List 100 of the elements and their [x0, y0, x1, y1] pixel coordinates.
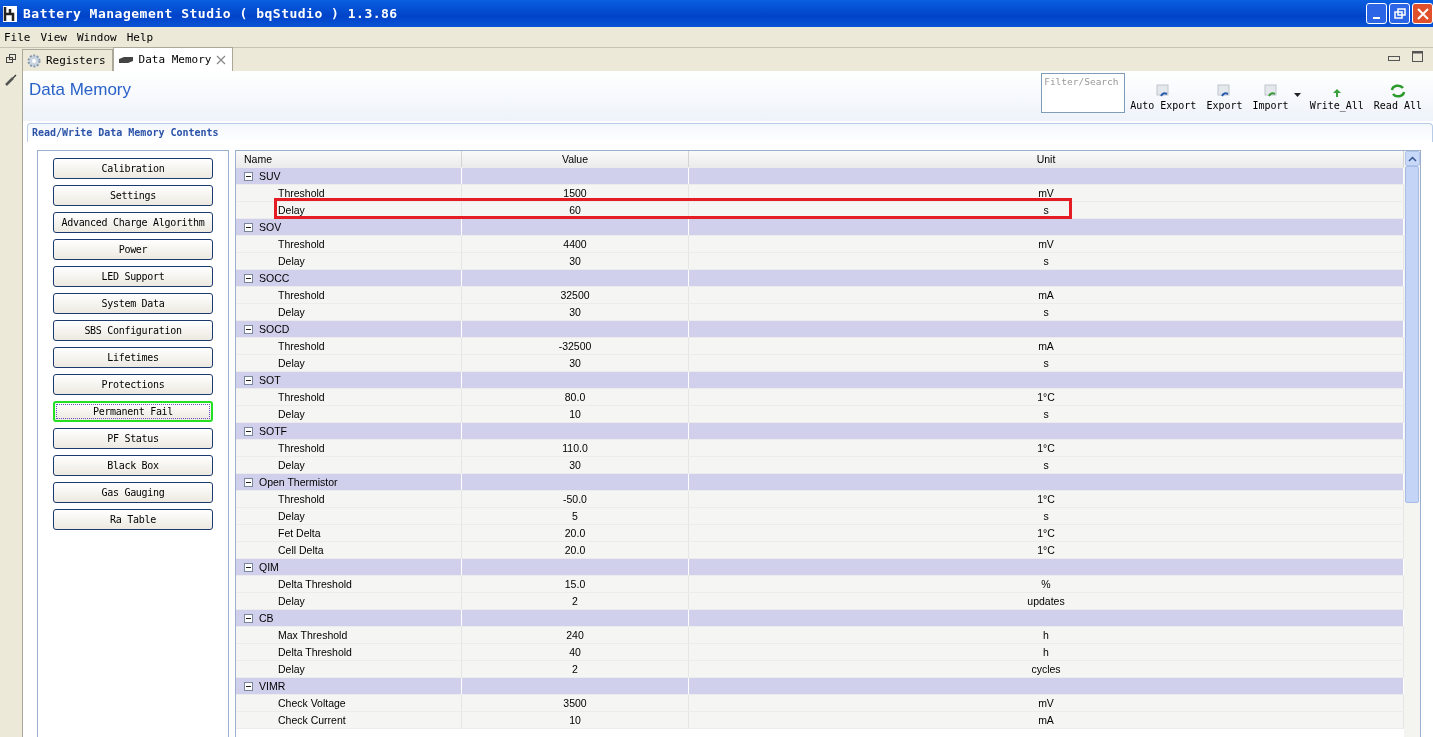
scroll-up-icon[interactable]	[1407, 155, 1417, 162]
collapse-icon[interactable]	[244, 222, 253, 232]
category-button[interactable]: Ra Table	[53, 509, 213, 530]
group-name[interactable]: QIM	[259, 561, 279, 573]
table-cell[interactable]: 2	[462, 593, 689, 609]
table-cell: Delay	[236, 457, 462, 473]
menu-item[interactable]: View	[40, 30, 67, 44]
table-cell[interactable]: 10	[462, 406, 689, 422]
category-button[interactable]: Permanent Fail	[53, 401, 213, 422]
table-cell: Threshold	[236, 440, 462, 456]
category-button[interactable]: LED Support	[53, 266, 213, 287]
category-button[interactable]: Settings	[53, 185, 213, 206]
group-name[interactable]: VIMR	[259, 680, 286, 692]
table-cell: Max Threshold	[236, 627, 462, 643]
group-name[interactable]: SOV	[259, 221, 282, 233]
table-cell[interactable]: 15.0	[462, 576, 689, 592]
scrollbar[interactable]	[1404, 151, 1420, 737]
table-cell: Delta Threshold	[236, 644, 462, 660]
restore-button[interactable]	[1389, 3, 1410, 24]
toolbar-button[interactable]: Export	[1201, 75, 1248, 111]
close-tab-icon[interactable]	[216, 54, 227, 65]
plug-icon[interactable]	[5, 74, 17, 86]
table-cell[interactable]: 40	[462, 644, 689, 660]
group-name[interactable]: SOCC	[259, 272, 290, 284]
group-name[interactable]: CB	[259, 612, 274, 624]
collapse-icon[interactable]	[244, 171, 253, 181]
table-cell[interactable]: 32500	[462, 287, 689, 303]
table-cell[interactable]: 2	[462, 661, 689, 677]
collapse-icon[interactable]	[244, 273, 253, 283]
search-field[interactable]: Filter/Search	[1041, 73, 1126, 113]
table-cell[interactable]: 30	[462, 355, 689, 371]
gear-icon	[27, 53, 41, 68]
category-button[interactable]: Lifetimes	[53, 347, 213, 368]
table-cell[interactable]: -32500	[462, 338, 689, 354]
table-cell[interactable]: 240	[462, 627, 689, 643]
up-arrow-icon	[1331, 88, 1342, 98]
page-title: Data Memory	[29, 80, 132, 100]
collapse-icon[interactable]	[244, 477, 253, 487]
collapse-icon[interactable]	[244, 426, 253, 436]
table-cell[interactable]: 3500	[462, 695, 689, 711]
table-cell: Delay	[236, 202, 462, 218]
menu-item[interactable]: File	[4, 30, 31, 44]
category-button[interactable]: Protections	[53, 374, 213, 395]
dropdown-caret-icon[interactable]	[1293, 93, 1301, 97]
table-cell[interactable]: 60	[462, 202, 689, 218]
tab[interactable]: Registers	[22, 49, 113, 71]
table-cell[interactable]: 4400	[462, 236, 689, 252]
collapse-icon[interactable]	[244, 613, 253, 623]
table-cell[interactable]: 10	[462, 712, 689, 728]
restore-icon	[1393, 7, 1406, 20]
minimize-view-icon[interactable]	[1388, 56, 1400, 62]
tab[interactable]: Data Memory	[112, 47, 234, 71]
table-cell[interactable]: 5	[462, 508, 689, 524]
table-cell[interactable]: 20.0	[462, 525, 689, 541]
collapse-icon[interactable]	[244, 681, 253, 691]
table-cell[interactable]: 1500	[462, 185, 689, 201]
window-title: Battery Management Studio ( bqStudio ) 1.3.86	[23, 6, 398, 21]
restore-view-icon[interactable]	[6, 54, 16, 64]
table-cell: Delay	[236, 508, 462, 524]
table-cell: Check Voltage	[236, 695, 462, 711]
category-button[interactable]: SBS Configuration	[53, 320, 213, 341]
toolbar-button[interactable]: Read All	[1368, 75, 1427, 111]
app-logo-icon	[3, 5, 17, 22]
menu-item[interactable]: Window	[77, 30, 117, 44]
toolbar-button[interactable]: Auto Export	[1125, 75, 1202, 111]
group-name[interactable]: SUV	[259, 170, 281, 182]
group-name[interactable]: SOCD	[259, 323, 290, 335]
category-button[interactable]: Gas Gauging	[53, 482, 213, 503]
table-cell: Delay	[236, 406, 462, 422]
menu-item[interactable]: Help	[126, 30, 154, 44]
toolbar-button[interactable]: Import	[1247, 75, 1294, 111]
group-name[interactable]: SOTF	[259, 425, 287, 437]
table-cell[interactable]: 30	[462, 457, 689, 473]
column-header[interactable]: Value	[462, 151, 689, 167]
category-button[interactable]: Power	[53, 239, 213, 260]
category-button[interactable]: Black Box	[53, 455, 213, 476]
table-cell: Delta Threshold	[236, 576, 462, 592]
table-cell[interactable]: 30	[462, 304, 689, 320]
collapse-icon[interactable]	[244, 375, 253, 385]
table-cell[interactable]: 30	[462, 253, 689, 269]
category-button[interactable]: PF Status	[53, 428, 213, 449]
toolbar-button[interactable]: Write_All	[1304, 75, 1369, 111]
table-cell[interactable]: 110.0	[462, 440, 689, 456]
table-cell[interactable]: 80.0	[462, 389, 689, 405]
category-button[interactable]: Advanced Charge Algorithm	[53, 212, 213, 233]
section-title: Read/Write Data Memory Contents	[27, 123, 1433, 142]
category-button[interactable]: Calibration	[53, 158, 213, 179]
table-cell[interactable]: 20.0	[462, 542, 689, 558]
group-name[interactable]: Open Thermistor	[259, 476, 338, 488]
table-cell: Delay	[236, 593, 462, 609]
maximize-view-icon[interactable]	[1412, 51, 1423, 62]
minimize-button[interactable]	[1366, 3, 1387, 24]
group-name[interactable]: SOT	[259, 374, 281, 386]
category-button[interactable]: System Data	[53, 293, 213, 314]
collapse-icon[interactable]	[244, 324, 253, 334]
table-cell[interactable]: -50.0	[462, 491, 689, 507]
close-button[interactable]	[1412, 3, 1433, 24]
table-cell: Threshold	[236, 491, 462, 507]
column-header[interactable]: Name	[236, 151, 462, 167]
collapse-icon[interactable]	[244, 562, 253, 572]
